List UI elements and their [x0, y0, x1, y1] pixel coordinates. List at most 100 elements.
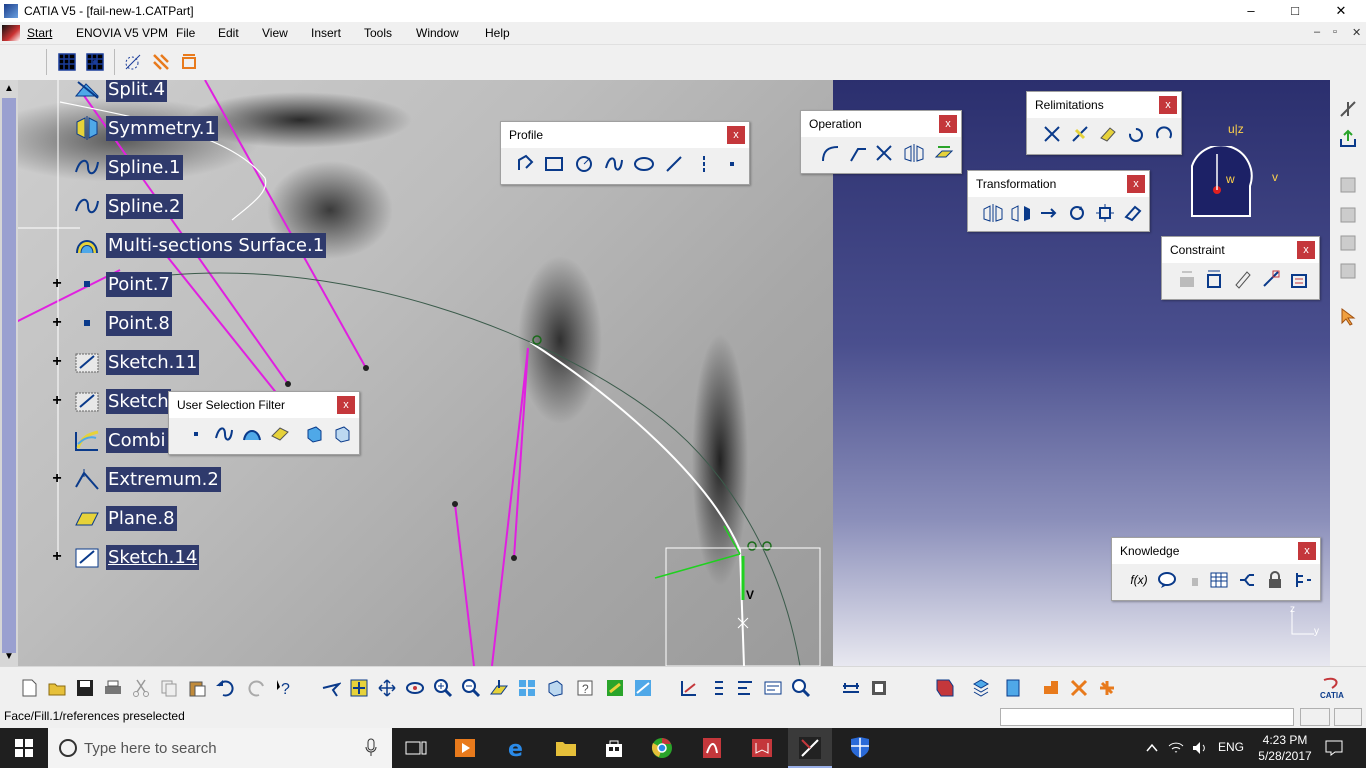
design-table-icon[interactable] [1208, 569, 1230, 591]
multi-view-icon[interactable] [516, 677, 538, 699]
maximize-button[interactable]: □ [1272, 0, 1318, 22]
circle-icon[interactable] [573, 153, 595, 175]
offset-icon[interactable] [1122, 202, 1144, 224]
mirror-transform-icon[interactable] [982, 202, 1004, 224]
tree-expand-toggle[interactable]: + [48, 353, 66, 371]
knowledge-toolbar-header[interactable]: Knowledge x [1112, 538, 1320, 564]
comment-icon[interactable] [1156, 569, 1178, 591]
wifi-icon[interactable] [1164, 736, 1188, 760]
constraint-toolbar[interactable]: Constraint x [1161, 236, 1320, 300]
close-button[interactable]: ✕ [1318, 0, 1364, 22]
power-input-field[interactable] [1000, 708, 1294, 726]
doc-close-button[interactable]: ✕ [1352, 26, 1361, 39]
scroll-down-arrow-icon[interactable]: ▼ [2, 650, 16, 664]
profile-toolbar-close-button[interactable]: x [727, 126, 745, 144]
fix-together-icon[interactable] [1260, 268, 1282, 290]
user-selection-filter-close-button[interactable]: x [337, 396, 355, 414]
microphone-icon[interactable] [364, 738, 378, 758]
swap-visible-space-icon[interactable] [604, 677, 626, 699]
scale-icon[interactable] [1094, 202, 1116, 224]
sketcher-icon[interactable] [1337, 98, 1359, 120]
point-tool-icon[interactable] [721, 153, 743, 175]
start-menu-icon[interactable] [2, 25, 20, 41]
tree-item-sketch[interactable]: + Sketch [48, 386, 171, 416]
zoom-out-icon[interactable] [460, 677, 482, 699]
dimensional-constraints-icon[interactable] [178, 51, 200, 73]
profile-toolbar[interactable]: Profile x [500, 121, 750, 185]
undo-icon[interactable] [214, 677, 236, 699]
tree-item-sketch-14[interactable]: + Sketch.14 [48, 542, 200, 572]
select-cursor-icon[interactable] [1337, 306, 1359, 328]
view-option-1-icon[interactable] [1337, 174, 1359, 196]
store-icon[interactable] [602, 736, 626, 760]
zoom-in-icon[interactable] [432, 677, 454, 699]
rotate-view-icon[interactable] [404, 677, 426, 699]
tree-item-spline-2[interactable]: Spline.2 [48, 191, 183, 221]
catia-taskbar-button[interactable] [788, 728, 832, 768]
geometrical-element-filter-icon[interactable] [331, 423, 353, 445]
ellipse-icon[interactable] [633, 153, 655, 175]
close-arc-icon[interactable] [1125, 123, 1147, 145]
corner-icon[interactable] [819, 142, 841, 164]
tree-item-symmetry-1[interactable]: Symmetry.1 [48, 113, 218, 143]
save-icon[interactable] [74, 677, 96, 699]
scrollbar-thumb[interactable] [2, 98, 16, 653]
constraint-icon[interactable] [1204, 268, 1226, 290]
contact-constraint-icon[interactable] [1232, 268, 1254, 290]
view-option-3-icon[interactable] [1337, 232, 1359, 254]
measure-icon[interactable] [790, 677, 812, 699]
volume-icon[interactable] [1188, 736, 1212, 760]
user-selection-filter-toolbar[interactable]: User Selection Filter x [168, 391, 360, 455]
law-icon[interactable] [1236, 569, 1258, 591]
view-option-2-icon[interactable] [1337, 204, 1359, 226]
menu-view[interactable]: View [262, 26, 288, 40]
tree-vertical-scrollbar[interactable]: ▲ ▼ [0, 80, 18, 666]
dimension-icon[interactable] [840, 677, 862, 699]
tree-expand-toggle[interactable]: + [48, 275, 66, 293]
constraints-dialog-icon[interactable] [1176, 268, 1198, 290]
constraint-toolbar-close-button[interactable]: x [1297, 241, 1315, 259]
spline-tool-icon[interactable] [603, 153, 625, 175]
cut-icon[interactable] [130, 677, 152, 699]
operation-toolbar[interactable]: Operation x [800, 110, 962, 174]
windows-start-icon[interactable] [12, 736, 36, 760]
user-selection-filter-header[interactable]: User Selection Filter x [169, 392, 359, 418]
taskbar-search-box[interactable]: Type here to search [48, 728, 392, 768]
translate-icon[interactable] [1038, 202, 1060, 224]
normal-view-icon[interactable] [488, 677, 510, 699]
quick-trim-icon[interactable] [1097, 123, 1119, 145]
menu-help[interactable]: Help [485, 26, 510, 40]
equivalent-dimensions-icon[interactable] [1264, 569, 1286, 591]
transformation-toolbar-header[interactable]: Transformation x [968, 171, 1149, 197]
ebook-reader-icon[interactable] [750, 736, 774, 760]
status-restore-button[interactable] [1300, 708, 1330, 726]
compass-icon[interactable] [1186, 146, 1256, 218]
volume-filter-icon[interactable] [269, 423, 291, 445]
line-icon[interactable] [663, 153, 685, 175]
relimitations-toolbar-close-button[interactable]: x [1159, 96, 1177, 114]
pan-icon[interactable] [376, 677, 398, 699]
edit-multi-constraint-icon[interactable] [1288, 268, 1310, 290]
list-icon[interactable] [706, 677, 728, 699]
trim-relimit-icon[interactable] [1041, 123, 1063, 145]
render-style-icon[interactable] [970, 677, 992, 699]
tree-expand-toggle[interactable]: + [48, 548, 66, 566]
new-file-icon[interactable] [18, 677, 40, 699]
geometrical-constraints-icon[interactable] [150, 51, 172, 73]
show-hidden-icons-chevron-icon[interactable] [1140, 736, 1164, 760]
tree-item-plane-8[interactable]: Plane.8 [48, 503, 177, 533]
tree-expand-toggle[interactable]: + [48, 314, 66, 332]
security-shield-icon[interactable] [848, 736, 872, 760]
catalog-browser-icon[interactable] [868, 677, 890, 699]
hide-show-icon[interactable]: ? [574, 677, 596, 699]
mirror-icon[interactable] [903, 142, 925, 164]
isometric-view-icon[interactable] [544, 677, 566, 699]
menu-insert[interactable]: Insert [311, 26, 341, 40]
tree-item-combine[interactable]: Combi [48, 425, 168, 455]
whats-this-icon[interactable]: ? [274, 677, 296, 699]
menu-window[interactable]: Window [416, 26, 459, 40]
profile-toolbar-header[interactable]: Profile x [501, 122, 749, 148]
point-filter-icon[interactable] [185, 423, 207, 445]
orange-tool-3-icon[interactable] [1096, 677, 1118, 699]
project-3d-elements-icon[interactable] [933, 142, 955, 164]
